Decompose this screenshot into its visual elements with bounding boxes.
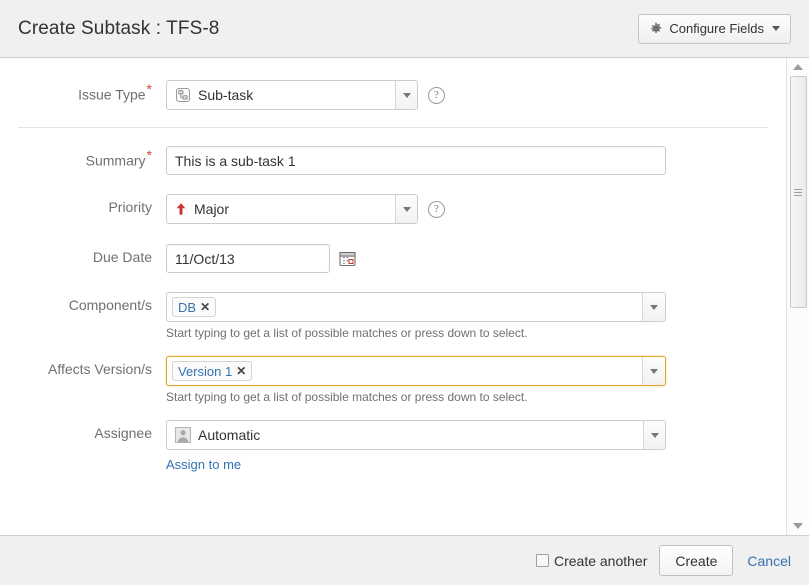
required-marker: * (146, 147, 152, 163)
create-another-label: Create another (553, 552, 648, 569)
assign-to-me-link[interactable]: Assign to me (166, 457, 241, 472)
affects-versions-tag-label: Version 1 (178, 363, 233, 379)
scroll-thumb[interactable] (789, 76, 807, 308)
priority-dropdown-arrow[interactable] (395, 195, 417, 223)
scroll-up-button[interactable] (787, 58, 809, 76)
summary-input[interactable]: This is a sub-task 1 (166, 146, 666, 175)
due-date-label: Due Date (92, 249, 152, 265)
issue-type-value: Sub-task (198, 87, 254, 103)
components-tag-label: DB (178, 299, 197, 315)
priority-value-wrap: Major (167, 195, 395, 223)
create-another-checkbox-wrap[interactable]: Create another (535, 552, 648, 569)
configure-fields-button[interactable]: Configure Fields (638, 13, 791, 44)
components-control: DB ✕ Start typing to get a list of possi… (166, 292, 768, 340)
components-tags: DB ✕ (167, 293, 642, 321)
field-row-issue-type: Issue Type* Sub-task ? (0, 80, 786, 110)
assignee-control: Automatic Assign to me (166, 420, 768, 474)
affects-versions-help-text: Start typing to get a list of possible m… (166, 390, 528, 404)
priority-value: Major (194, 201, 230, 217)
affects-versions-control: Version 1 ✕ Start typing to get a list o… (166, 356, 768, 404)
create-another-checkbox[interactable] (535, 554, 549, 567)
scroll-up-arrow-icon (793, 64, 803, 70)
gear-icon (649, 22, 663, 36)
assignee-value: Automatic (198, 427, 261, 443)
chevron-down-icon (650, 368, 658, 374)
field-row-priority: Priority Major ? (0, 194, 786, 224)
components-help-text: Start typing to get a list of possible m… (166, 326, 528, 340)
calendar-icon[interactable] (339, 250, 356, 267)
required-marker: * (146, 81, 152, 97)
field-row-components: Component/s DB ✕ Start typing to get a l… (0, 292, 786, 340)
priority-label: Priority (108, 199, 152, 215)
due-date-input[interactable]: 11/Oct/13 (166, 244, 330, 273)
grip-line-icon (794, 188, 802, 190)
priority-help-icon[interactable]: ? (428, 201, 445, 218)
priority-select[interactable]: Major (166, 194, 418, 224)
components-label: Component/s (68, 297, 152, 313)
scroll-down-button[interactable] (787, 517, 809, 535)
remove-tag-icon[interactable]: ✕ (236, 365, 246, 377)
cancel-link[interactable]: Cancel (747, 553, 791, 569)
remove-tag-icon[interactable]: ✕ (200, 301, 210, 313)
section-divider (18, 127, 768, 128)
create-subtask-dialog: Create Subtask : TFS-8 Configure Fields … (0, 0, 809, 585)
configure-fields-label: Configure Fields (669, 21, 764, 36)
affects-versions-multiselect[interactable]: Version 1 ✕ (166, 356, 666, 386)
scrollbar-track[interactable] (786, 76, 809, 517)
chevron-down-icon (650, 432, 659, 438)
field-row-affects-versions: Affects Version/s Version 1 ✕ Start typi… (0, 356, 786, 404)
page-title: Create Subtask : TFS-8 (18, 17, 220, 39)
affects-versions-label: Affects Version/s (47, 361, 152, 377)
form-scroll-pane: Issue Type* Sub-task ? Summary* This is … (0, 58, 786, 535)
dialog-header: Create Subtask : TFS-8 Configure Fields (0, 0, 809, 58)
affects-versions-tags: Version 1 ✕ (167, 357, 642, 385)
vertical-scrollbar[interactable] (786, 58, 809, 535)
dialog-body: Issue Type* Sub-task ? Summary* This is … (0, 58, 809, 535)
priority-major-arrow-up-icon (175, 202, 187, 216)
chevron-down-icon (772, 26, 780, 31)
summary-control: This is a sub-task 1 (166, 146, 768, 175)
components-multiselect[interactable]: DB ✕ (166, 292, 666, 322)
summary-label: Summary* (85, 147, 152, 169)
field-row-due-date: Due Date 11/Oct/13 (0, 244, 786, 273)
grip-line-icon (794, 194, 802, 196)
assignee-label: Assignee (94, 425, 152, 441)
priority-control: Major ? (166, 194, 768, 224)
scroll-down-arrow-icon (793, 523, 803, 529)
field-row-summary: Summary* This is a sub-task 1 (0, 146, 786, 175)
chevron-down-icon (650, 304, 658, 310)
issue-type-dropdown-arrow[interactable] (395, 81, 417, 109)
assignee-value-wrap: Automatic (167, 421, 643, 449)
summary-value: This is a sub-task 1 (175, 152, 296, 169)
affects-versions-dropdown-arrow[interactable] (642, 357, 665, 385)
issue-type-help-icon[interactable]: ? (428, 87, 445, 104)
header-actions: Configure Fields (638, 13, 791, 44)
components-tag[interactable]: DB ✕ (172, 297, 217, 317)
issue-type-label: Issue Type* (78, 81, 152, 103)
create-button[interactable]: Create (659, 545, 734, 576)
due-date-control: 11/Oct/13 (166, 244, 768, 273)
sub-task-icon (175, 87, 191, 103)
chevron-down-icon (402, 92, 411, 98)
components-dropdown-arrow[interactable] (642, 293, 665, 321)
field-row-assignee: Assignee Automatic Assign to me (0, 420, 786, 474)
chevron-down-icon (402, 206, 411, 212)
affects-versions-tag[interactable]: Version 1 ✕ (172, 361, 253, 381)
issue-type-select[interactable]: Sub-task (166, 80, 418, 110)
due-date-value: 11/Oct/13 (175, 250, 235, 267)
issue-type-value-wrap: Sub-task (167, 81, 395, 109)
dialog-footer: Create another Create Cancel (0, 535, 809, 585)
assignee-select[interactable]: Automatic (166, 420, 666, 450)
user-avatar-icon (175, 427, 191, 443)
grip-line-icon (794, 191, 802, 193)
assignee-dropdown-arrow[interactable] (643, 421, 665, 449)
issue-type-control: Sub-task ? (166, 80, 768, 110)
